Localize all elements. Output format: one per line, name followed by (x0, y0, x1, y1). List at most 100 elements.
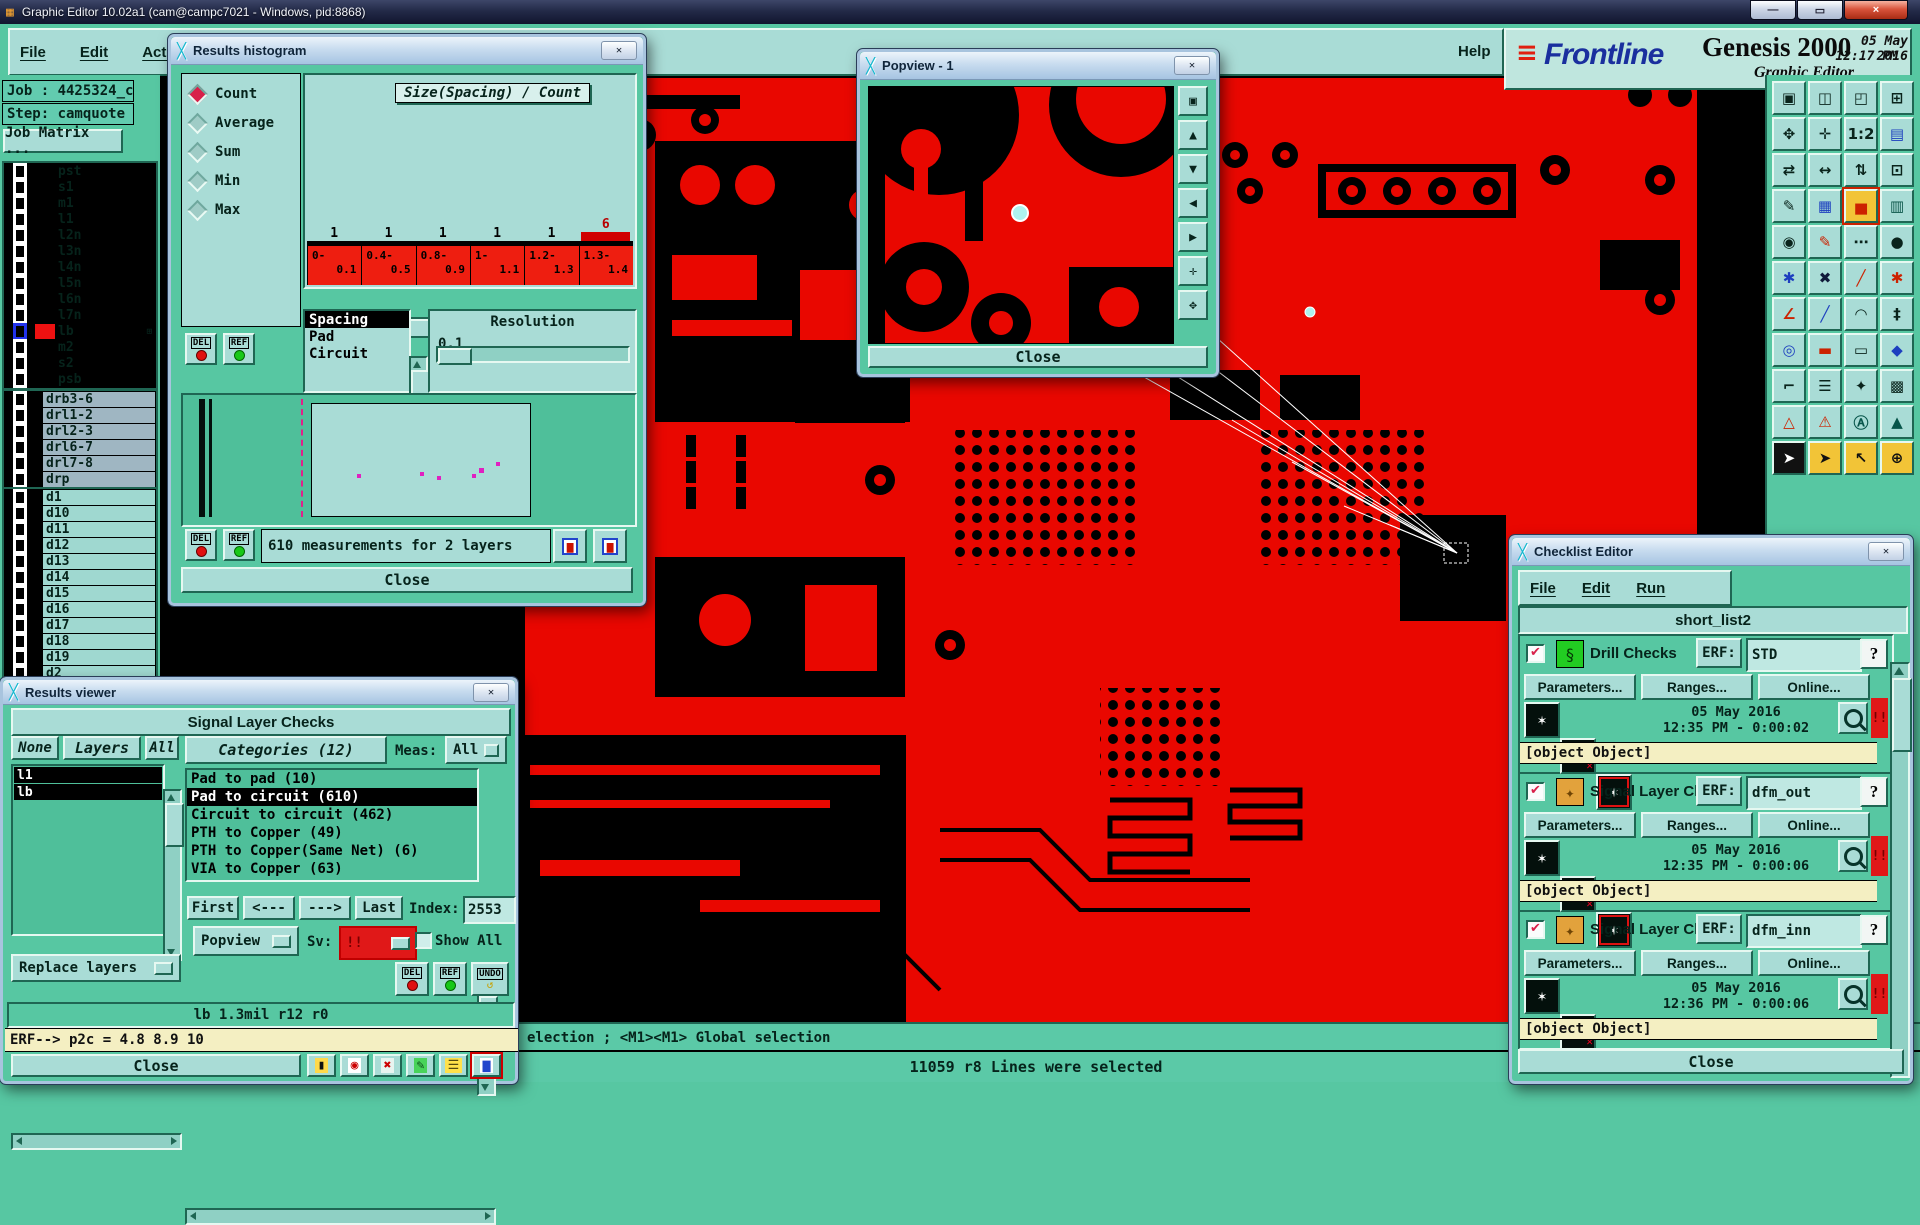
section-enabled-checkbox[interactable]: ✔ (1526, 644, 1545, 663)
measure-type-item[interactable]: Circuit (305, 345, 409, 362)
layer-visibility-cell[interactable] (5, 228, 35, 243)
help-button[interactable]: ? (1860, 915, 1888, 945)
layer-name[interactable]: d15 (43, 586, 155, 601)
notes-icon[interactable]: ✎ (406, 1054, 435, 1077)
run-check-icon[interactable]: ✶ (1524, 840, 1560, 876)
online-button[interactable]: Online... (1758, 950, 1870, 976)
target-icon[interactable]: ◎ (1772, 333, 1806, 367)
layer-checkbox[interactable] (13, 259, 27, 276)
crosshair-target-icon[interactable]: ⊕ (1880, 441, 1914, 475)
red-pencil-icon[interactable]: ✎ (1808, 225, 1842, 259)
duplicate-view-icon[interactable]: ▣ (1178, 86, 1208, 116)
layer-row[interactable]: l6n (5, 292, 155, 307)
layer-checkbox[interactable] (13, 601, 27, 618)
menu-item-help[interactable]: Help (1458, 43, 1491, 60)
layer-visibility-cell[interactable] (5, 260, 35, 275)
layer-checkbox[interactable] (13, 339, 27, 356)
layer-visibility-cell[interactable] (5, 424, 35, 439)
layer-checkbox[interactable] (13, 471, 27, 488)
warning-triangle-icon[interactable]: △ (1772, 405, 1806, 439)
menu-item[interactable]: File (20, 44, 46, 61)
rv-close-button[interactable]: Close (11, 1054, 301, 1077)
layer-name[interactable]: drl6-7 (43, 440, 155, 455)
layers-button[interactable]: Layers (63, 736, 141, 760)
radio-diamond-icon[interactable] (187, 199, 208, 220)
layer-row[interactable]: lb ⊞ (5, 324, 155, 339)
severity-dropdown[interactable]: !! (339, 926, 417, 960)
histogram-mode-radio[interactable]: Min (190, 173, 292, 189)
layer-visibility-cell[interactable] (5, 392, 35, 407)
layer-name[interactable]: l2n (55, 228, 155, 243)
zoom-center-icon[interactable]: ✛ (1178, 256, 1208, 286)
layer-checkbox[interactable] (13, 407, 27, 424)
layer-name[interactable]: pst (55, 164, 155, 179)
layer-row[interactable]: s2 (5, 356, 155, 371)
layer-visibility-cell[interactable] (5, 440, 35, 455)
all-layers-button[interactable]: All (145, 736, 179, 760)
layer-color-swatch[interactable] (35, 308, 55, 323)
layer-name[interactable]: l3n (55, 244, 155, 259)
histogram-bin[interactable]: 6 1.3- 1.4 (579, 213, 633, 285)
layer-visibility-cell[interactable] (5, 372, 35, 387)
layer-color-swatch[interactable] (35, 356, 55, 371)
ref-measure-button[interactable]: REF (223, 529, 255, 561)
run-check-icon[interactable]: ✶ (1524, 702, 1560, 738)
layer-name[interactable]: d18 (43, 634, 155, 649)
layer-row[interactable]: d19 (5, 650, 155, 665)
layer-visibility-cell[interactable] (5, 180, 35, 195)
ref-remove-icon[interactable]: ✖ (373, 1054, 402, 1077)
layer-row[interactable]: d18 (5, 634, 155, 649)
popview-dropdown[interactable]: Popview (193, 926, 299, 956)
save-point-icon[interactable]: ◉ (340, 1054, 369, 1077)
swap-views-icon[interactable]: ⇄ (1772, 153, 1806, 187)
del-measure-button[interactable]: DEL (185, 529, 217, 561)
warning-alert-icon[interactable]: ⚠ (1808, 405, 1842, 439)
layer-color-swatch[interactable] (35, 340, 55, 355)
layer-visibility-cell[interactable] (5, 538, 35, 553)
layer-checkbox[interactable] (13, 455, 27, 472)
layer-name[interactable]: d14 (43, 570, 155, 585)
layer-checkbox[interactable] (13, 163, 27, 180)
maximize-button[interactable]: ▭ (1797, 0, 1843, 20)
solid-triangle-icon[interactable]: ▲ (1880, 405, 1914, 439)
layer-name[interactable]: lb ⊞ (55, 324, 155, 339)
prev-button[interactable]: <--- (243, 896, 295, 920)
parameters-button[interactable]: Parameters... (1524, 812, 1636, 838)
radio-diamond-icon[interactable] (187, 141, 208, 162)
layer-visibility-cell[interactable] (5, 164, 35, 179)
layer-checkbox[interactable] (13, 649, 27, 666)
blue-star-icon[interactable]: ✱ (1772, 261, 1806, 295)
close-icon[interactable]: × (601, 41, 637, 60)
pan-right-icon[interactable]: ▶ (1178, 222, 1208, 252)
layer-checkbox[interactable] (13, 307, 27, 324)
layer-name[interactable]: drl1-2 (43, 408, 155, 423)
layer-visibility-cell[interactable] (5, 244, 35, 259)
histogram-bin[interactable]: 1 0.8- 0.9 (416, 213, 470, 285)
layer-row[interactable]: d13 (5, 554, 155, 569)
layer-name[interactable]: s1 (55, 180, 155, 195)
layer-row[interactable]: l4n (5, 260, 155, 275)
layer-checkbox[interactable] (13, 553, 27, 570)
results-viewer-titlebar[interactable]: ╳ Results viewer × (3, 680, 515, 705)
crosshair-move-icon[interactable]: ✛ (1808, 117, 1842, 151)
last-button[interactable]: Last (355, 896, 403, 920)
layer-name[interactable]: s2 (55, 356, 155, 371)
layer-checkbox[interactable] (13, 371, 27, 388)
layer-visibility-cell[interactable] (5, 276, 35, 291)
rv-layer-scrollbar[interactable] (163, 789, 182, 961)
layer-visibility-cell[interactable] (5, 522, 35, 537)
alert-button[interactable]: !! (1871, 974, 1888, 1014)
histogram-copy-icon[interactable]: ▆ (553, 529, 587, 563)
histogram-bin[interactable]: 1 1- 1.1 (470, 213, 524, 285)
red-dash-icon[interactable]: ▬ (1808, 333, 1842, 367)
minimize-button[interactable]: — (1750, 0, 1796, 20)
layer-visibility-cell[interactable] (5, 618, 35, 633)
layer-name[interactable]: d12 (43, 538, 155, 553)
layer-visibility-cell[interactable] (5, 602, 35, 617)
rv-layer-item[interactable]: l1 (14, 767, 162, 783)
histogram-mode-radio[interactable]: Count (190, 86, 292, 102)
histogram-bin[interactable]: 1 0.4- 0.5 (361, 213, 415, 285)
layer-checkbox[interactable] (13, 521, 27, 538)
pencil-icon[interactable]: ✎ (1772, 189, 1806, 223)
layer-color-swatch[interactable] (35, 276, 55, 291)
